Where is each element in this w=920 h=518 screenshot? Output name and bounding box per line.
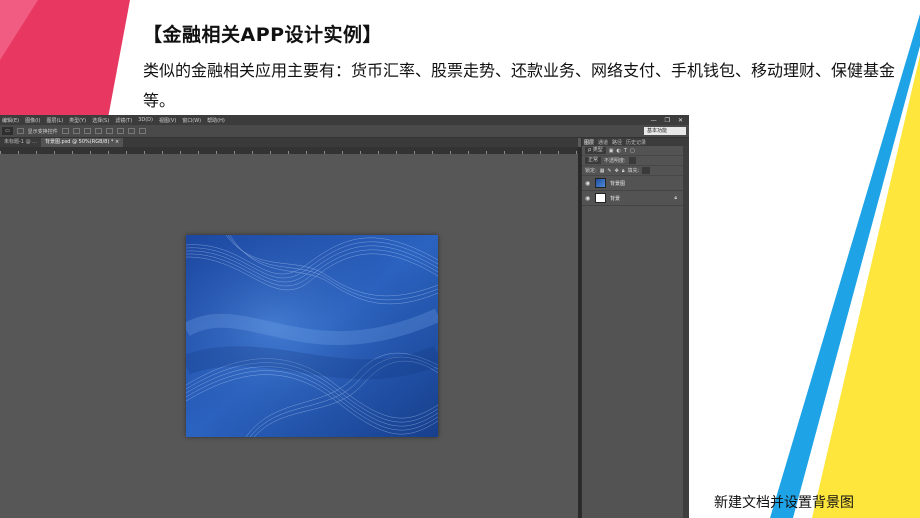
align-center-icon[interactable] (105, 128, 113, 134)
layer-name[interactable]: 背景 (610, 195, 620, 202)
align-top-icon[interactable] (61, 128, 69, 134)
window-controls: — ❐ ✕ (651, 115, 683, 125)
filter-shape-icon[interactable]: ▢ (630, 148, 635, 154)
options-bar: ▭ 显示变换控件 基本功能 (0, 125, 689, 138)
lock-row: 锁定: ▦ ✎ ✥ 🔒︎ 填充: (582, 166, 689, 176)
tab-channels[interactable]: 通道 (598, 139, 608, 146)
tab-untitled[interactable]: 未标题-1 @ ... (0, 138, 41, 147)
menu-bar: 编辑(E) 图像(I) 图层(L) 类型(Y) 选择(S) 滤镜(T) 3D(D… (0, 115, 689, 125)
panel-tabs: 图层 通道 路径 历史记录 (582, 138, 689, 146)
menu-item-select[interactable]: 选择(S) (92, 117, 109, 124)
filter-type-icon[interactable]: T (624, 148, 627, 154)
lock-label: 锁定: (585, 168, 597, 174)
fill-label: 填充: (627, 168, 640, 174)
restore-icon[interactable]: ❐ (665, 117, 670, 124)
background-image[interactable] (186, 235, 438, 437)
tab-history[interactable]: 历史记录 (626, 139, 646, 146)
layers-panel: 图层 通道 路径 历史记录 ρ 类型 ▣ ◐ T ▢ 正常 不透明度: 锁定: … (581, 138, 689, 518)
lock-brush-icon[interactable]: ✎ (607, 168, 611, 174)
lock-position-icon[interactable]: ✥ (615, 168, 619, 174)
distribute-icon[interactable] (127, 128, 135, 134)
menu-item-layer[interactable]: 图层(L) (46, 117, 63, 124)
filter-adjust-icon[interactable]: ◐ (617, 148, 621, 154)
slide-title: 【金融相关APP设计实例】 (143, 24, 383, 46)
photoshop-window: 编辑(E) 图像(I) 图层(L) 类型(Y) 选择(S) 滤镜(T) 3D(D… (0, 115, 689, 518)
blend-mode-select[interactable]: 正常 (585, 157, 602, 164)
canvas-area[interactable] (0, 154, 578, 518)
visibility-eye-icon[interactable]: ◉ (585, 180, 591, 187)
transform-checkbox[interactable] (16, 128, 24, 134)
auto-align-icon[interactable] (138, 128, 146, 134)
workspace-select[interactable]: 基本功能 (644, 127, 686, 135)
tab-background-psd[interactable]: 背景图.psd @ 50%(RGB/8) * × (40, 138, 124, 147)
menu-item-filter[interactable]: 滤镜(T) (115, 117, 132, 124)
layer-filter-select[interactable]: ρ 类型 (585, 147, 606, 154)
document-tabs: 未标题-1 @ ... 背景图.psd @ 50%(RGB/8) * × (0, 138, 578, 147)
opacity-field[interactable] (628, 157, 637, 164)
tool-preset-picker[interactable]: ▭ (2, 127, 13, 135)
tab-layers[interactable]: 图层 (584, 139, 594, 146)
slide-body-text: 类似的金融相关应用主要有：货币汇率、股票走势、还款业务、网络支付、手机钱包、移动… (143, 61, 896, 110)
layer-filter-row: ρ 类型 ▣ ◐ T ▢ (582, 146, 689, 156)
panel-dock-strip (683, 146, 689, 518)
pink-light-shape (0, 0, 38, 60)
lock-all-icon[interactable]: 🔒︎ (622, 168, 625, 174)
fill-field[interactable] (642, 167, 650, 174)
layer-name[interactable]: 背景图 (610, 180, 625, 187)
blend-row: 正常 不透明度: (582, 156, 689, 166)
layer-thumbnail (595, 193, 606, 203)
close-icon[interactable]: ✕ (678, 117, 683, 124)
lock-pixels-icon[interactable]: ▦ (600, 168, 605, 174)
minimize-icon[interactable]: — (651, 117, 657, 124)
align-bottom-icon[interactable] (83, 128, 91, 134)
layer-row-background-image[interactable]: ◉ 背景图 (582, 176, 689, 191)
menu-item-view[interactable]: 视图(V) (159, 117, 176, 124)
menu-item-3d[interactable]: 3D(D) (138, 117, 153, 123)
tab-paths[interactable]: 路径 (612, 139, 622, 146)
opacity-label: 不透明度: (604, 158, 626, 164)
menu-item-edit[interactable]: 编辑(E) (2, 117, 19, 124)
pink-triangle-shape (0, 0, 130, 118)
layer-thumbnail (595, 178, 606, 188)
horizontal-ruler (0, 147, 578, 154)
layer-row-background[interactable]: ◉ 背景 🔒︎ (582, 191, 689, 206)
menu-item-type[interactable]: 类型(Y) (69, 117, 86, 124)
align-left-icon[interactable] (94, 128, 102, 134)
menu-item-help[interactable]: 帮助(H) (207, 117, 225, 124)
visibility-eye-icon[interactable]: ◉ (585, 195, 591, 202)
slide-caption: 新建文档并设置背景图 (714, 495, 854, 511)
align-middle-icon[interactable] (72, 128, 80, 134)
align-right-icon[interactable] (116, 128, 124, 134)
menu-item-window[interactable]: 窗口(W) (182, 117, 201, 124)
layer-lock-icon: 🔒︎ (674, 195, 677, 201)
filter-pixel-icon[interactable]: ▣ (609, 148, 614, 154)
menu-item-image[interactable]: 图像(I) (25, 117, 40, 124)
transform-checkbox-label: 显示变换控件 (27, 128, 58, 135)
yellow-shape (812, 55, 920, 518)
